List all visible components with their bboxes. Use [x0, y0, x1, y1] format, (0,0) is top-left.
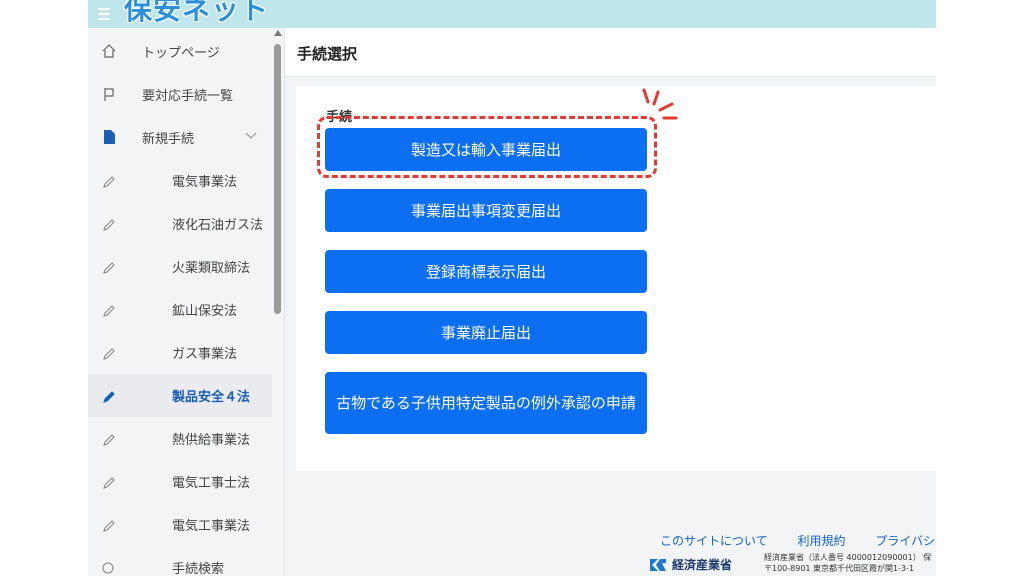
- page-header: 手続選択: [285, 28, 936, 77]
- highlight-annotation: [317, 116, 657, 178]
- footer-link-about[interactable]: このサイトについて: [660, 534, 768, 548]
- pencil-icon: [100, 474, 118, 492]
- home-icon: [100, 42, 118, 60]
- sidebar-item-label: 電気工事士法: [172, 476, 251, 491]
- business-abolition-notification-button[interactable]: 事業廃止届出: [325, 311, 647, 354]
- sidebar-item-lpg-act[interactable]: 液化石油ガス法: [88, 202, 272, 245]
- sidebar-item-label: ガス事業法: [172, 347, 238, 362]
- app-window: 保安ネット トップページ 要対応手続一覧 新規手続 電気事業法 液化石油ガス法 …: [88, 0, 936, 576]
- meti-emblem-icon: [650, 558, 666, 571]
- meti-logo[interactable]: 経済産業省: [648, 556, 732, 573]
- sidebar-item-label: 電気事業法: [172, 175, 238, 190]
- sidebar-item-gas-business-act[interactable]: ガス事業法: [88, 331, 272, 374]
- footer-link-privacy[interactable]: プライバシーポリ: [875, 534, 936, 548]
- chevron-down-icon[interactable]: [244, 130, 258, 145]
- sidebar-item-new-procedure[interactable]: 新規手続: [88, 116, 272, 159]
- sidebar-item-pending[interactable]: 要対応手続一覧: [88, 73, 272, 116]
- document-icon: [100, 128, 118, 146]
- scroll-up-arrow-icon[interactable]: [274, 30, 282, 36]
- footer-info: 経済産業省（法人番号 4000012090001） 保 〒100-8901 東京…: [764, 552, 931, 574]
- divider: [284, 28, 285, 576]
- sidebar-item-top-page[interactable]: トップページ: [88, 30, 272, 73]
- footer-links: このサイトについて 利用規約 プライバシーポリ: [660, 532, 936, 549]
- emphasis-burst-icon: [642, 88, 678, 120]
- meti-name: 経済産業省: [672, 558, 733, 572]
- sidebar-item-explosives-act[interactable]: 火薬類取締法: [88, 245, 272, 288]
- top-bar: 保安ネット: [88, 0, 936, 28]
- sidebar-item-label: 要対応手続一覧: [142, 89, 234, 104]
- sidebar-item-label: 鉱山保安法: [172, 304, 238, 319]
- sidebar-scrollbar-thumb[interactable]: [274, 44, 281, 314]
- footer-link-terms[interactable]: 利用規約: [797, 534, 845, 548]
- sidebar-item-heat-supply-act[interactable]: 熱供給事業法: [88, 417, 272, 460]
- pencil-icon: [100, 345, 118, 363]
- sidebar-item-label: 手続検索: [172, 562, 225, 576]
- sidebar: トップページ 要対応手続一覧 新規手続 電気事業法 液化石油ガス法 火薬類取締法…: [88, 28, 284, 576]
- business-change-notification-button[interactable]: 事業届出事項変更届出: [325, 189, 647, 232]
- sidebar-item-label: 火薬類取締法: [172, 261, 251, 276]
- flag-icon: [100, 85, 118, 103]
- second-hand-child-product-exception-button[interactable]: 古物である子供用特定製品の例外承認の申請: [325, 372, 647, 434]
- pencil-icon: [100, 388, 118, 406]
- site-logo[interactable]: 保安ネット: [124, 0, 269, 28]
- pencil-icon: [100, 517, 118, 535]
- sidebar-item-procedure-search[interactable]: 手続検索: [88, 546, 272, 576]
- hamburger-menu-icon[interactable]: [94, 4, 114, 24]
- pencil-icon: [100, 431, 118, 449]
- sidebar-item-label: 電気工事業法: [172, 519, 251, 534]
- trademark-display-notification-button[interactable]: 登録商標表示届出: [325, 250, 647, 293]
- sidebar-item-label: 液化石油ガス法: [172, 218, 264, 233]
- sidebar-item-label: 熱供給事業法: [172, 433, 251, 448]
- pencil-icon: [100, 173, 118, 191]
- sidebar-item-electrician-act[interactable]: 電気工事士法: [88, 460, 272, 503]
- sidebar-item-mine-safety-act[interactable]: 鉱山保安法: [88, 288, 272, 331]
- pencil-icon: [100, 216, 118, 234]
- footer-info-line: 経済産業省（法人番号 4000012090001） 保: [764, 553, 932, 562]
- pencil-icon: [100, 302, 118, 320]
- sidebar-item-product-safety-4-acts[interactable]: 製品安全４法: [88, 374, 272, 417]
- sidebar-item-electricity-business-act[interactable]: 電気事業法: [88, 159, 272, 202]
- page-title: 手続選択: [297, 45, 358, 63]
- sidebar-item-label: トップページ: [142, 46, 220, 61]
- search-icon: [100, 560, 118, 576]
- sidebar-item-label: 新規手続: [142, 132, 195, 147]
- sidebar-item-electrical-work-business-act[interactable]: 電気工事業法: [88, 503, 272, 546]
- sidebar-item-label: 製品安全４法: [172, 390, 251, 405]
- footer-info-line: 〒100-8901 東京都千代田区霞が関1-3-1: [764, 564, 915, 573]
- pencil-icon: [100, 259, 118, 277]
